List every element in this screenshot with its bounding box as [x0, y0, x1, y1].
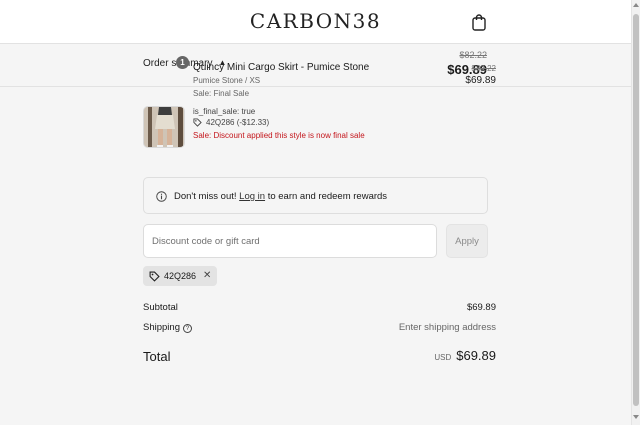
total-amount: USD $69.89: [434, 348, 496, 363]
summary-compare-price: $82.22: [459, 50, 487, 60]
site-header: CARBON38: [0, 0, 631, 44]
tag-icon: [193, 118, 202, 127]
help-icon[interactable]: ?: [182, 324, 192, 333]
product-price: $69.89: [465, 75, 496, 86]
discount-code-input[interactable]: [143, 224, 437, 258]
product-variant: Pumice Stone / XS: [193, 76, 261, 85]
applied-discount-chip: 42Q286 ✕: [143, 266, 217, 286]
total-label: Total: [143, 349, 171, 364]
info-icon: [156, 191, 167, 202]
applied-discount-code: 42Q286: [164, 271, 197, 281]
total-value: $69.89: [456, 348, 496, 363]
product-compare-price: $82.22: [471, 64, 496, 73]
scroll-up-arrow-icon[interactable]: [633, 3, 639, 7]
brand-logo[interactable]: CARBON38: [0, 9, 631, 33]
shipping-row-label: Shipping?: [143, 322, 192, 333]
scroll-down-arrow-icon[interactable]: [633, 415, 639, 419]
close-icon[interactable]: ✕: [203, 270, 211, 282]
apply-discount-button[interactable]: Apply: [446, 224, 488, 258]
rewards-text: Don't miss out! Log in to earn and redee…: [174, 191, 387, 202]
shipping-value: Enter shipping address: [398, 322, 496, 333]
shopping-bag-icon[interactable]: [471, 13, 487, 31]
subtotal-label: Subtotal: [143, 302, 178, 313]
scrollbar-thumb[interactable]: [633, 14, 639, 406]
product-property: is_final_sale: true: [193, 107, 256, 116]
shipping-label: Shipping: [143, 322, 180, 333]
product-thumbnail: [143, 106, 185, 148]
total-currency: USD: [434, 353, 452, 362]
product-discount: 42Q286 (-$12.33): [193, 118, 269, 127]
login-link[interactable]: Log in: [239, 191, 265, 202]
subtotal-value: $69.89: [466, 302, 496, 313]
page-scrollbar[interactable]: [631, 0, 640, 425]
quantity-badge: 1: [176, 56, 189, 69]
product-discount-code: 42Q286 (-$12.33): [206, 118, 270, 127]
rewards-banner: Don't miss out! Log in to earn and redee…: [143, 177, 488, 214]
rewards-prefix: Don't miss out!: [174, 191, 237, 202]
final-sale-warning: Sale: Discount applied this style is now…: [193, 131, 365, 140]
product-sale-note: Sale: Final Sale: [193, 89, 250, 98]
rewards-suffix: to earn and redeem rewards: [267, 191, 388, 202]
product-title: Quincy Mini Cargo Skirt - Pumice Stone: [193, 62, 370, 73]
tag-icon: [149, 271, 160, 282]
product-image: [144, 107, 184, 147]
